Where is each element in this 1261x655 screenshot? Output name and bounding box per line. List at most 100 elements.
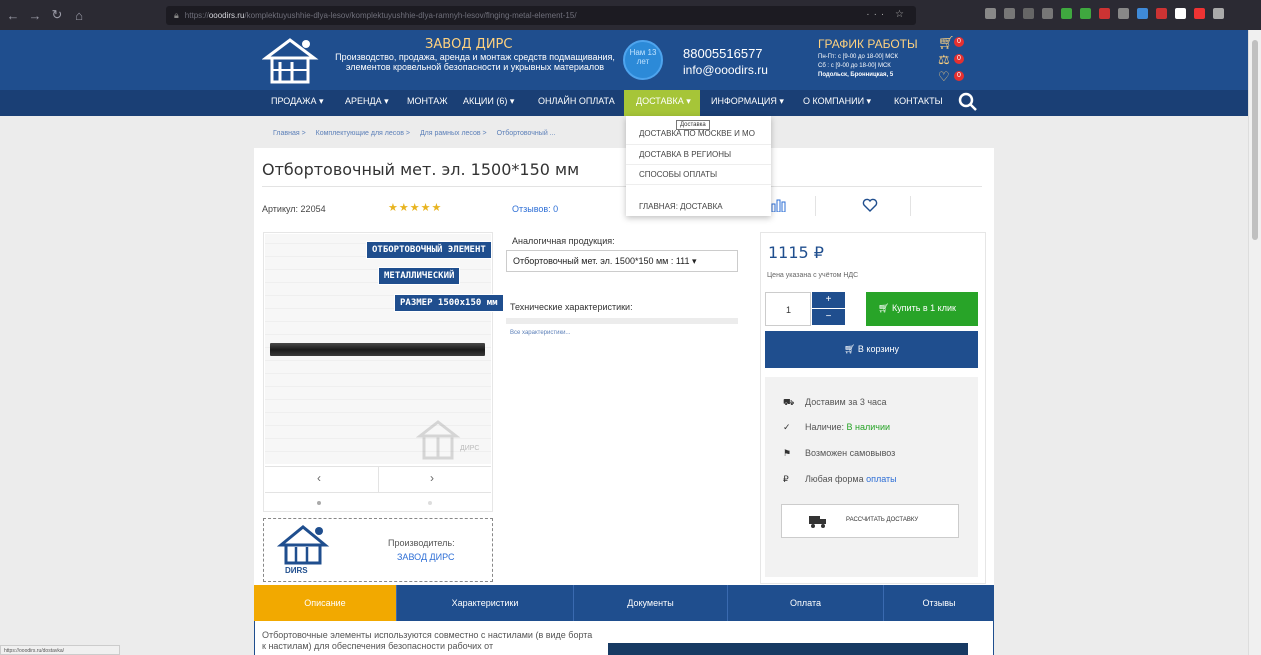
product-price: 1115 ₽: [768, 243, 824, 262]
watermark-text: ДИРС: [460, 445, 480, 452]
favorites-header-icon[interactable]: ♡ 0: [938, 69, 978, 86]
manufacturer-label: Производитель:: [388, 538, 455, 548]
extension-green-icon[interactable]: [1061, 8, 1072, 19]
extension-grey-icon[interactable]: [1118, 8, 1129, 19]
logo-house-icon[interactable]: [262, 36, 324, 84]
calculate-delivery-label: РАССЧИТАТЬ ДОСТАВКУ: [846, 517, 919, 523]
nav-item-about[interactable]: О КОМПАНИИ ▾: [803, 96, 871, 107]
extension-puzzle-icon[interactable]: [1080, 8, 1091, 19]
tab-payment[interactable]: Оплата: [728, 585, 884, 621]
check-circle-icon: ✓: [783, 422, 791, 432]
page-scrollbar[interactable]: [1248, 30, 1261, 655]
breadcrumb-components[interactable]: Комплектующие для лесов >: [316, 130, 410, 137]
buy-one-click-label: Купить в 1 клик: [891, 303, 956, 313]
reload-icon[interactable]: ↻: [48, 7, 66, 23]
dropdown-item-payment[interactable]: СПОСОБЫ ОПЛАТЫ: [639, 170, 717, 179]
analog-select[interactable]: Отбортовочный мет. эл. 1500*150 мм : 111…: [506, 250, 738, 272]
back-icon[interactable]: ←: [4, 8, 22, 23]
brand-name[interactable]: ЗАВОД ДИРС: [425, 37, 512, 52]
dropdown-item-main[interactable]: ГЛАВНАЯ: ДОСТАВКА: [639, 202, 723, 211]
info-delivery-text: Доставим за 3 часа: [805, 397, 887, 407]
quantity-input[interactable]: 1: [765, 292, 811, 326]
nav-item-delivery[interactable]: ДОСТАВКА ▾: [636, 96, 691, 107]
all-characteristics-link[interactable]: Все характеристики...: [510, 330, 570, 336]
sidebar-icon[interactable]: [1023, 8, 1034, 19]
nav-item-sale[interactable]: ПРОДАЖА ▾: [271, 96, 324, 107]
cart-icon[interactable]: 🛒︎ 0: [938, 35, 978, 52]
dropdown-divider: [626, 184, 771, 185]
nav-item-contacts[interactable]: КОНТАКТЫ: [894, 96, 943, 106]
divider: [378, 466, 379, 492]
info-pickup: ⚑ Возможен самовывоз: [783, 448, 895, 459]
breadcrumb-frame-scaffolds[interactable]: Для рамных лесов >: [420, 130, 487, 137]
manufacturer-link[interactable]: ЗАВОД ДИРС: [397, 552, 455, 562]
dropdown-item-regions[interactable]: ДОСТАВКА В РЕГИОНЫ: [639, 150, 731, 159]
watermark-logo-icon: [416, 420, 461, 460]
image-label-element: ОТБОРТОВОЧНЫЙ ЭЛЕМЕНТ: [366, 241, 492, 259]
vat-note: Цена указана с учётом НДС: [767, 272, 859, 279]
extension-icon[interactable]: [1042, 8, 1053, 19]
cart-badge: 0: [954, 37, 964, 47]
forward-icon[interactable]: →: [26, 8, 44, 23]
schedule-address: Подольск, Бронницкая, 5: [818, 72, 894, 78]
buy-one-click-button[interactable]: 🛒︎ Купить в 1 клик: [866, 292, 978, 326]
nav-item-promotions[interactable]: АКЦИИ (6) ▾: [463, 96, 514, 107]
gallery-next-button[interactable]: ›: [430, 471, 434, 485]
breadcrumb: Главная > Комплектующие для лесов > Для …: [273, 130, 564, 137]
info-stock-value: В наличии: [846, 422, 891, 432]
address-bar[interactable]: 🔒︎ https://ooodirs.ru/komplektuyushhie-d…: [166, 6, 916, 25]
info-payment: ₽ Любая форма оплаты: [783, 474, 897, 485]
extension-blue-icon[interactable]: [1137, 8, 1148, 19]
quantity-plus-button[interactable]: +: [812, 292, 845, 309]
header-email[interactable]: info@ooodirs.ru: [683, 63, 768, 77]
header-phone[interactable]: 88005516577: [683, 46, 763, 61]
library-icon[interactable]: [1004, 8, 1015, 19]
info-payment-text: Любая форма: [805, 474, 864, 484]
add-to-cart-button[interactable]: 🛒︎ В корзину: [765, 331, 978, 368]
heart-icon[interactable]: [862, 198, 878, 212]
nav-item-online-payment[interactable]: ОНЛАЙН ОПЛАТА: [538, 96, 615, 106]
nav-item-installation[interactable]: МОНТАЖ: [407, 96, 448, 106]
gallery-prev-button[interactable]: ‹: [317, 471, 321, 485]
breadcrumb-home[interactable]: Главная >: [273, 130, 306, 137]
add-to-cart-label: В корзину: [857, 344, 899, 354]
quantity-minus-button[interactable]: −: [812, 309, 845, 326]
ruble-icon: ₽: [783, 474, 789, 484]
tab-characteristics[interactable]: Характеристики: [397, 585, 574, 621]
gallery-dot[interactable]: [428, 501, 432, 505]
menu-icon[interactable]: [1213, 8, 1224, 19]
breadcrumb-current[interactable]: Отбортовочный ...: [497, 130, 556, 137]
extension-adblock-icon[interactable]: [1156, 8, 1167, 19]
info-delivery: ⛟ Доставим за 3 часа: [783, 397, 887, 409]
reviews-link[interactable]: Отзывов: 0: [512, 204, 558, 214]
gallery-dot-active[interactable]: [317, 501, 321, 505]
extension-white-icon[interactable]: [1175, 8, 1186, 19]
payment-link[interactable]: оплаты: [866, 474, 897, 484]
tab-reviews[interactable]: Отзывы: [884, 585, 994, 621]
schedule-weekdays: Пн-Пт: с [9-00 до 18-00] МСК: [818, 54, 899, 60]
tab-documents[interactable]: Документы: [574, 585, 728, 621]
extension-red-icon[interactable]: [1099, 8, 1110, 19]
extension-shield-icon[interactable]: [1194, 8, 1205, 19]
favorites-badge: 0: [954, 71, 964, 81]
dropdown-item-moscow[interactable]: ДОСТАВКА ПО МОСКВЕ И МО: [639, 129, 755, 138]
home-icon[interactable]: ⌂: [70, 8, 88, 23]
nav-item-rent[interactable]: АРЕНДА ▾: [345, 96, 389, 107]
rating-stars[interactable]: ★★★★★: [388, 201, 442, 214]
years-badge: Нам 13 лет: [623, 40, 663, 80]
calculate-delivery-button[interactable]: РАССЧИТАТЬ ДОСТАВКУ: [781, 504, 959, 538]
divider: [265, 492, 491, 493]
search-icon[interactable]: [958, 92, 978, 112]
cart-icon: 🛒︎: [843, 344, 858, 354]
bookmark-star-icon[interactable]: ··· ☆: [866, 9, 908, 20]
download-icon[interactable]: [985, 8, 996, 19]
tech-label: Технические характеристики:: [510, 302, 633, 312]
nav-item-information[interactable]: ИНФОРМАЦИЯ ▾: [711, 96, 784, 107]
compare-header-icon[interactable]: ⚖︎ 0: [938, 52, 978, 69]
tab-description[interactable]: Описание: [254, 585, 397, 621]
dropdown-divider: [626, 164, 771, 165]
address-url[interactable]: https://ooodirs.ru/komplektuyushhie-dlya…: [185, 11, 577, 20]
scrollbar-thumb[interactable]: [1252, 40, 1258, 240]
compare-icon[interactable]: [771, 198, 787, 212]
description-text: Отбортовочные элементы используются совм…: [262, 630, 593, 651]
